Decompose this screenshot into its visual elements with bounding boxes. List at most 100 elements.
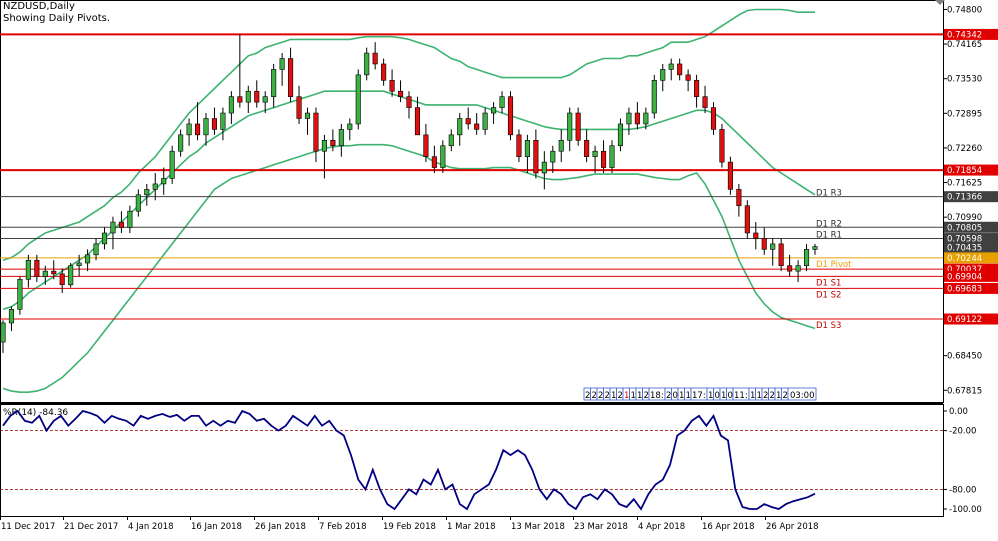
candle-body [491, 107, 497, 114]
candles [0, 33, 818, 353]
y-tick-label: 0.74165 [947, 40, 982, 50]
candle-body [660, 69, 666, 81]
time-cell-label: 2 [783, 391, 788, 401]
candle-body [76, 262, 82, 266]
candle-body [482, 112, 488, 130]
chart-svg: D1 R3 D1 R2 D1 R1 D1 Pivot D1 S1 D1 S2 D1 S3 0… [0, 0, 998, 532]
candle-body [101, 232, 108, 245]
x-tick-label: 23 Mar 2018 [574, 522, 628, 532]
candle-body [550, 150, 556, 163]
candle-body [516, 134, 522, 157]
williams-line [2, 409, 816, 511]
price-tag-label: 0.69122 [947, 315, 982, 325]
x-tick-label: 21 Dec 2017 [64, 522, 118, 532]
candle-body [186, 123, 192, 136]
y-tick-label: 0.67815 [947, 386, 982, 396]
time-axis: 11 Dec 2017 21 Dec 2017 4 Jan 2018 16 Jan 2… [0, 516, 819, 532]
candle-body [795, 265, 801, 272]
time-cell-label: 1 [708, 391, 713, 401]
time-cell-label: 17: [692, 391, 706, 401]
candle-body [778, 243, 784, 266]
candle-body [330, 140, 336, 147]
x-tick-label: 1 Mar 2018 [447, 522, 495, 532]
candle-body [770, 243, 776, 250]
time-cell-label: 0 [715, 391, 720, 401]
candle-body [651, 80, 657, 114]
time-cell-label: 0 [728, 391, 733, 401]
candle-body [110, 221, 116, 234]
candle-body [609, 145, 615, 168]
candle-body [321, 140, 327, 152]
candle-body [600, 150, 607, 168]
x-tick-label: 16 Apr 2018 [702, 522, 755, 532]
candle-body [397, 90, 404, 97]
time-cell-label: 2 [585, 391, 590, 401]
candle-body [499, 96, 505, 108]
candle-body [364, 52, 370, 76]
time-cell-label: 2 [666, 391, 671, 401]
candle-body [406, 96, 412, 108]
candle-body [135, 194, 141, 212]
candle-body [626, 112, 632, 125]
candle-body [592, 150, 598, 157]
candle-body [355, 74, 361, 125]
candle-body [575, 112, 581, 141]
y-tick-label: 0.72260 [947, 144, 982, 154]
candle-body [8, 309, 15, 324]
x-tick-label: 19 Feb 2018 [383, 522, 436, 532]
candle-body [440, 145, 446, 168]
time-cell-label: 2 [770, 391, 775, 401]
time-cell-label: 2 [644, 391, 649, 401]
time-cell-label: 1 [679, 391, 684, 401]
time-cell-label: 2 [592, 391, 597, 401]
candle-body [296, 96, 302, 119]
x-tick-label: 26 Jan 2018 [255, 522, 306, 532]
candle-body [744, 205, 750, 234]
time-cell-label: 2 [618, 391, 623, 401]
candle-body [169, 150, 175, 179]
y-tick-label: 0.68450 [947, 352, 982, 362]
candle-body [727, 161, 733, 190]
candle-body [85, 254, 91, 264]
candle-body [617, 123, 624, 147]
candle-body [304, 112, 311, 119]
time-cell-label: 1 [637, 391, 642, 401]
candle-body [448, 134, 454, 147]
x-tick-label: 13 Mar 2018 [511, 522, 565, 532]
time-cell-label: 1 [611, 391, 616, 401]
candle-body [643, 112, 649, 125]
price-tag-label: 0.74342 [947, 30, 982, 40]
candle-body [474, 123, 480, 130]
candle-body [228, 96, 234, 114]
x-tick-label: 4 Jan 2018 [128, 522, 174, 532]
candle-body [118, 221, 124, 228]
candle-body [507, 96, 514, 136]
time-cell-label: 1 [757, 391, 762, 401]
bollinger-lower [2, 143, 816, 394]
candle-body [288, 58, 294, 97]
symbol-title: NZDUSD,Daily [3, 1, 75, 12]
candle-body [787, 265, 793, 272]
candle-body [25, 259, 31, 280]
williams-tick-label: -100.00 [949, 505, 982, 515]
time-cell-label: 18: [650, 391, 664, 401]
time-cell-label: 1 [631, 391, 636, 401]
candle-body [34, 259, 40, 277]
candle-body [710, 107, 717, 130]
candle-body [59, 273, 65, 286]
bollinger-upper [2, 8, 815, 261]
time-cell-label: 1 [721, 391, 726, 401]
candle-body [313, 112, 319, 152]
candle-body [414, 107, 421, 136]
candle-body [245, 90, 251, 103]
price-tag-label: 0.69904 [947, 272, 982, 282]
candle-body [431, 156, 437, 168]
time-cell-label: 1 [776, 391, 781, 401]
y-tick-label: 0.70990 [947, 213, 982, 223]
x-tick-label: 11 Dec 2017 [1, 522, 55, 532]
candle-body [372, 52, 378, 65]
candle-body [194, 123, 201, 136]
price-axis: 0.74800 0.74165 0.73530 0.72895 0.72260 0.716… [943, 5, 998, 396]
time-cell-label: 1 [750, 391, 755, 401]
candle-body [144, 189, 150, 196]
